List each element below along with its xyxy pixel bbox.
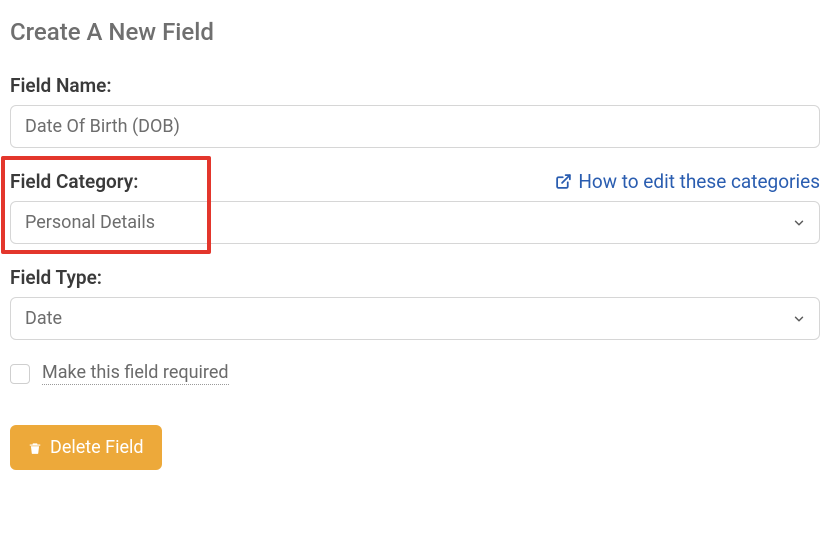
field-name-group: Field Name: [10,74,820,148]
edit-categories-text: How to edit these categories [578,170,820,193]
field-category-select[interactable]: Personal Details [10,201,820,244]
page-title: Create A New Field [10,18,820,46]
required-checkbox[interactable] [10,364,30,384]
field-type-label: Field Type: [10,266,102,289]
delete-field-button[interactable]: Delete Field [10,425,162,470]
field-category-label: Field Category: [10,170,138,193]
external-link-icon [555,173,572,190]
field-name-label: Field Name: [10,74,112,97]
field-category-group: Field Category: How to edit these catego… [10,170,820,244]
delete-field-label: Delete Field [50,437,144,458]
trash-icon [28,440,42,456]
required-label[interactable]: Make this field required [42,362,229,385]
field-name-input[interactable] [10,105,820,148]
edit-categories-link[interactable]: How to edit these categories [555,170,820,193]
field-type-group: Field Type: Date [10,266,820,340]
required-row: Make this field required [10,362,820,385]
field-type-select[interactable]: Date [10,297,820,340]
